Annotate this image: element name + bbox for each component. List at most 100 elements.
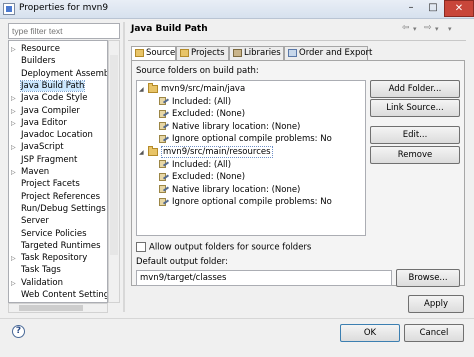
nav-item[interactable]: ▷ Resource bbox=[11, 43, 60, 55]
source-tree-label: Included: (All) bbox=[172, 159, 232, 170]
nav-item[interactable]: Targeted Runtimes bbox=[11, 240, 101, 252]
source-tree-label: Excluded: (None) bbox=[172, 109, 246, 120]
nav-item[interactable]: ▷ Java Compiler bbox=[11, 105, 80, 117]
source-tree-label: Included: (All) bbox=[172, 96, 232, 107]
package-folder-icon bbox=[148, 145, 158, 156]
nav-item[interactable]: Run/Debug Settings bbox=[11, 203, 106, 215]
apply-button[interactable]: Apply bbox=[408, 295, 464, 313]
expand-arrow-icon[interactable]: ▷ bbox=[11, 93, 21, 105]
source-folder-row[interactable]: ◢ mvn9/src/main/java bbox=[139, 82, 245, 96]
nav-item[interactable]: Javadoc Location bbox=[11, 129, 93, 141]
browse-button[interactable]: Browse... bbox=[396, 269, 460, 287]
nav-item[interactable]: ▷ JavaScript bbox=[11, 141, 64, 153]
package-folder-icon bbox=[148, 82, 158, 93]
page-title: Java Build Path bbox=[131, 24, 208, 34]
forward-menu-icon[interactable]: ▾ bbox=[435, 25, 439, 33]
edit-button[interactable]: Edit... bbox=[370, 126, 460, 144]
nav-item[interactable]: Web Content Settings bbox=[11, 289, 107, 301]
source-attribute-row[interactable]: Ignore optional compile problems: No bbox=[159, 196, 332, 208]
attribute-icon bbox=[159, 121, 169, 131]
title-bar: Properties for mvn9 – □ ✕ bbox=[0, 0, 474, 19]
attribute-icon bbox=[159, 109, 169, 119]
preference-tree[interactable]: ▷ Resource Builders Deployment Assembly Java… bbox=[8, 40, 108, 303]
default-output-label: Default output folder: bbox=[136, 257, 228, 267]
cancel-button[interactable]: Cancel bbox=[404, 324, 464, 342]
nav-item[interactable]: ▷ Java Editor bbox=[11, 117, 67, 129]
nav-item[interactable]: Project Facets bbox=[11, 178, 80, 190]
back-arrow-icon[interactable]: ⇦ bbox=[402, 23, 410, 33]
source-tree-label: mvn9/src/main/resources bbox=[161, 146, 273, 158]
attribute-icon bbox=[159, 197, 169, 207]
remove-button[interactable]: Remove bbox=[370, 146, 460, 164]
nav-item[interactable]: ▷ Java Code Style bbox=[11, 92, 87, 104]
source-attribute-row[interactable]: Ignore optional compile problems: No bbox=[159, 133, 332, 145]
nav-item[interactable]: ▷ Validation bbox=[11, 277, 63, 289]
tab-source[interactable]: Source bbox=[131, 46, 176, 61]
source-attribute-row[interactable]: Excluded: (None) bbox=[159, 108, 245, 120]
expand-arrow-icon[interactable]: ▷ bbox=[11, 253, 21, 265]
add-folder-button[interactable]: Add Folder... bbox=[370, 80, 460, 98]
source-folder-row[interactable]: ◢ mvn9/src/main/resources bbox=[139, 145, 273, 159]
window-title: Properties for mvn9 bbox=[19, 3, 109, 13]
nav-item-label: Deployment Assembly bbox=[21, 68, 108, 79]
attribute-icon bbox=[159, 134, 169, 144]
page-navigation: ⇦ ▾ ⇨ ▾ ▾ bbox=[402, 23, 462, 35]
nav-item-label: JavaScript bbox=[21, 142, 64, 153]
nav-item[interactable]: Deployment Assembly bbox=[11, 68, 108, 80]
source-attribute-row[interactable]: Excluded: (None) bbox=[159, 171, 245, 183]
source-attribute-row[interactable]: Native library location: (None) bbox=[159, 121, 300, 133]
tree-scrollbar-vertical[interactable] bbox=[108, 40, 120, 303]
nav-item[interactable]: Server bbox=[11, 215, 49, 227]
expand-arrow-icon[interactable]: ▷ bbox=[11, 278, 21, 290]
tree-scrollbar-horizontal[interactable] bbox=[8, 303, 108, 313]
allow-output-folders-label: Allow output folders for source folders bbox=[149, 242, 312, 253]
default-output-field[interactable]: mvn9/target/classes bbox=[136, 270, 392, 286]
forward-arrow-icon[interactable]: ⇨ bbox=[424, 23, 432, 33]
nav-item[interactable]: ▷ Task Repository bbox=[11, 252, 87, 264]
expand-arrow-icon[interactable]: ▷ bbox=[11, 142, 21, 154]
expand-arrow-icon[interactable]: ▷ bbox=[11, 44, 21, 56]
nav-item-label: Javadoc Location bbox=[21, 130, 93, 141]
nav-item[interactable]: JSP Fragment bbox=[11, 154, 77, 166]
splitter[interactable] bbox=[123, 22, 125, 312]
nav-item-label: JSP Fragment bbox=[21, 154, 78, 165]
source-tree-label: Excluded: (None) bbox=[172, 172, 246, 183]
attribute-icon bbox=[159, 172, 169, 182]
minimize-button[interactable]: – bbox=[400, 0, 422, 17]
source-tree-label: Ignore optional compile problems: No bbox=[172, 197, 332, 208]
close-button[interactable]: ✕ bbox=[444, 0, 474, 17]
help-icon[interactable]: ? bbox=[12, 325, 25, 338]
nav-item[interactable]: Task Tags bbox=[11, 264, 61, 276]
view-menu-icon[interactable]: ▾ bbox=[448, 25, 452, 33]
nav-item[interactable]: Service Policies bbox=[11, 228, 87, 240]
filter-input[interactable] bbox=[8, 23, 120, 39]
expand-arrow-icon[interactable]: ▷ bbox=[11, 167, 21, 179]
nav-item[interactable]: Java Build Path bbox=[11, 79, 86, 92]
tab-order-and-export[interactable]: Order and Export bbox=[284, 46, 372, 60]
nav-item[interactable]: Project References bbox=[11, 191, 100, 203]
back-menu-icon[interactable]: ▾ bbox=[413, 25, 417, 33]
source-attribute-row[interactable]: Included: (All) bbox=[159, 96, 231, 108]
nav-item[interactable]: Builders bbox=[11, 55, 56, 67]
link-source-button[interactable]: Link Source... bbox=[370, 99, 460, 117]
source-folder-tree[interactable]: ◢ mvn9/src/main/java Included: (All) Exclud… bbox=[136, 80, 366, 236]
checkbox-box[interactable] bbox=[136, 242, 146, 252]
collapse-arrow-icon[interactable]: ◢ bbox=[139, 84, 148, 96]
tab-projects[interactable]: Projects bbox=[176, 46, 229, 60]
source-attribute-row[interactable]: Native library location: (None) bbox=[159, 184, 300, 196]
allow-output-folders-checkbox[interactable]: Allow output folders for source folders bbox=[136, 242, 311, 253]
source-folders-label: Source folders on build path: bbox=[136, 66, 259, 76]
maximize-button[interactable]: □ bbox=[422, 0, 444, 17]
expand-arrow-icon[interactable]: ▷ bbox=[11, 118, 21, 130]
source-tree-label: Ignore optional compile problems: No bbox=[172, 134, 332, 145]
nav-item[interactable]: ▷ Maven bbox=[11, 166, 49, 178]
ok-button[interactable]: OK bbox=[340, 324, 400, 342]
nav-item-label: Java Compiler bbox=[21, 105, 80, 116]
source-attribute-row[interactable]: Included: (All) bbox=[159, 159, 231, 171]
nav-item-label: Resource bbox=[21, 44, 60, 54]
expand-arrow-icon[interactable]: ▷ bbox=[11, 106, 21, 118]
nav-item-label: Project References bbox=[21, 191, 101, 202]
source-tree-label: Native library location: (None) bbox=[172, 121, 301, 132]
tab-libraries[interactable]: Libraries bbox=[229, 46, 284, 60]
collapse-arrow-icon[interactable]: ◢ bbox=[139, 147, 148, 159]
